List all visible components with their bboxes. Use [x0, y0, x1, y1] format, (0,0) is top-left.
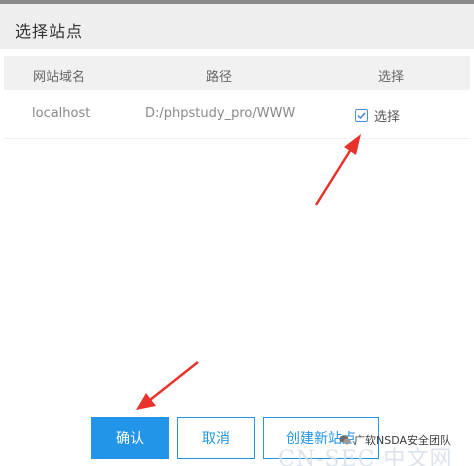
arrow-to-confirm-icon	[136, 361, 199, 410]
confirm-button[interactable]: 确认	[91, 417, 169, 459]
wechat-icon	[339, 434, 351, 446]
watermark: 广软NSDA安全团队	[339, 432, 451, 448]
watermark-label: 广软NSDA安全团队	[354, 434, 452, 447]
cancel-button[interactable]: 取消	[177, 417, 255, 459]
